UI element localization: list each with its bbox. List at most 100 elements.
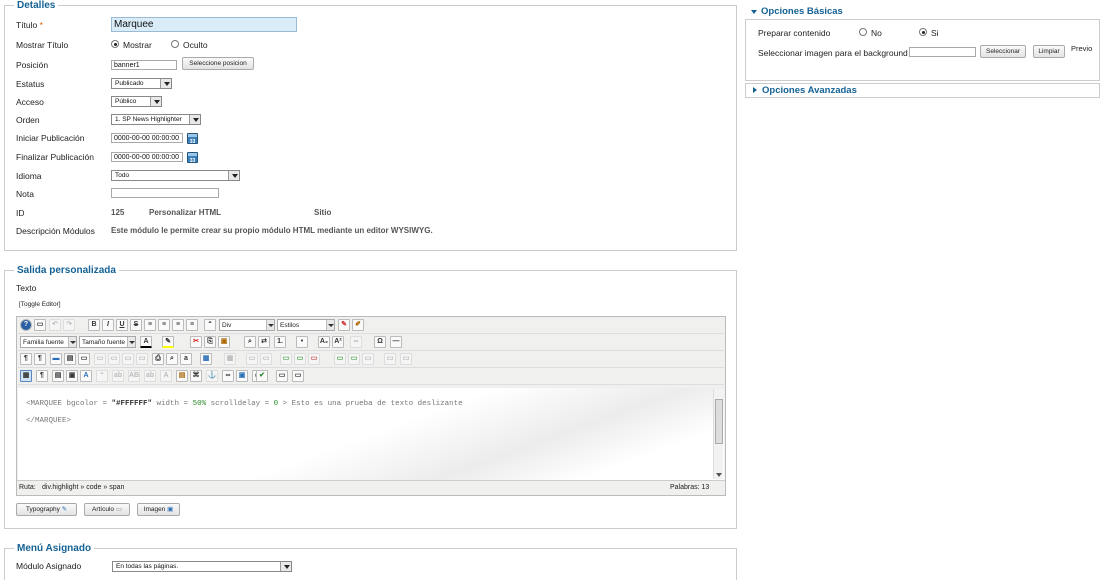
format-select[interactable]: Div	[219, 319, 275, 331]
limpiar-button[interactable]: Limpiar	[1033, 45, 1065, 58]
merge-cells-icon[interactable]: ▭	[348, 353, 360, 365]
replace-icon[interactable]: ⇄	[258, 336, 270, 348]
font-family-select[interactable]: Familia fuente	[20, 336, 77, 348]
estatus-select[interactable]: Publicado	[111, 78, 172, 89]
align-left-icon[interactable]: ≡	[172, 319, 184, 331]
bullet-list-icon[interactable]: •	[296, 336, 308, 348]
highlight-color-icon[interactable]: ✎	[162, 336, 174, 348]
col-after-icon[interactable]: ▭	[294, 353, 306, 365]
non-breaking-icon[interactable]: ▭	[276, 370, 288, 382]
row-before-icon[interactable]: ▭	[246, 353, 258, 365]
subscript-icon[interactable]: A₂	[318, 336, 330, 348]
scroll-down-icon[interactable]	[716, 473, 722, 477]
si-radio[interactable]	[919, 28, 927, 36]
acceso-select[interactable]: Público	[111, 96, 162, 107]
imagen-background-input[interactable]	[909, 47, 976, 57]
abbr-icon[interactable]: ab	[112, 370, 124, 382]
spell-check-icon[interactable]: ✔	[256, 370, 268, 382]
table-props-icon[interactable]: ▭	[400, 353, 412, 365]
seleccionar-button[interactable]: Seleccionar	[980, 45, 1026, 58]
link-icon[interactable]: ∞	[350, 336, 362, 348]
fullscreen-icon[interactable]: ▣	[66, 370, 78, 382]
calendar-icon[interactable]: 33	[187, 133, 198, 145]
superscript-icon[interactable]: A²	[332, 336, 344, 348]
eraser-icon[interactable]: ✎	[338, 319, 350, 331]
opciones-avanzadas-header[interactable]: Opciones Avanzadas	[745, 83, 1100, 98]
styles-select[interactable]: Estilos	[277, 319, 335, 331]
editor-scrollbar[interactable]	[713, 389, 723, 479]
redo-icon[interactable]: ↷	[63, 319, 75, 331]
acronym-icon[interactable]: AB	[128, 370, 140, 382]
calendar-icon[interactable]: 33	[187, 152, 198, 164]
italic-icon[interactable]: I	[102, 319, 114, 331]
typography-button[interactable]: Typography ✎	[16, 503, 77, 516]
font-size-select[interactable]: Tamaño fuente	[79, 336, 136, 348]
orden-select[interactable]: 1. SP News Highlighter	[111, 114, 201, 125]
align-right-icon[interactable]: ≡	[186, 319, 198, 331]
pilcrow-ltr-icon[interactable]: ¶	[34, 353, 46, 365]
html-source-icon[interactable]: ▭	[292, 370, 304, 382]
idioma-select[interactable]: Todo	[111, 170, 240, 181]
text-color-icon[interactable]: A	[140, 336, 152, 348]
special-char-icon[interactable]: Ω	[374, 336, 386, 348]
cell-props-icon[interactable]: ▭	[362, 353, 374, 365]
horizontal-rule-icon[interactable]: —	[390, 336, 402, 348]
blockquote-icon[interactable]: “	[204, 319, 216, 331]
cut-icon[interactable]: ✂	[190, 336, 202, 348]
image-icon[interactable]: ▣	[236, 370, 248, 382]
modulo-asignado-select[interactable]: En todas las páginas.	[112, 561, 292, 572]
copy-icon[interactable]: ⎘	[204, 336, 216, 348]
nota-input[interactable]	[111, 188, 219, 198]
cleanup-brush-icon[interactable]: ✐	[352, 319, 364, 331]
del-icon[interactable]: ab	[144, 370, 156, 382]
pilcrow-rtl-icon[interactable]: ¶	[20, 353, 32, 365]
visual-aid-icon[interactable]: ▦	[20, 370, 32, 382]
help-icon[interactable]: ?	[20, 319, 32, 331]
oculto-radio[interactable]	[171, 40, 179, 48]
delete-col-icon[interactable]: ▭	[308, 353, 320, 365]
search-icon[interactable]: ⌕	[166, 353, 178, 365]
table-delete-icon[interactable]: ▦	[224, 353, 236, 365]
articulo-button[interactable]: Artículo ▭	[84, 503, 130, 516]
absolute-icon[interactable]: ▭	[108, 353, 120, 365]
bold-icon[interactable]: B	[88, 319, 100, 331]
new-document-icon[interactable]: ▭	[34, 319, 46, 331]
no-radio[interactable]	[859, 28, 867, 36]
row-after-icon[interactable]: ▭	[260, 353, 272, 365]
spellcheck-icon[interactable]: A	[80, 370, 92, 382]
scrollbar-thumb[interactable]	[715, 399, 723, 444]
path-value[interactable]: div.highlight » code » span	[42, 484, 124, 491]
seleccione-posicion-button[interactable]: Seleccione posicion	[182, 57, 254, 70]
layer-icon[interactable]: ▭	[94, 353, 106, 365]
undo-icon[interactable]: ↶	[49, 319, 61, 331]
paste-icon[interactable]: ▣	[218, 336, 230, 348]
strikethrough-icon[interactable]: S	[130, 319, 142, 331]
replace-text-icon[interactable]: a	[180, 353, 192, 365]
insert-image-icon[interactable]: ⌘	[190, 370, 202, 382]
table-icon[interactable]: ▦	[200, 353, 212, 365]
col-before-icon[interactable]: ▭	[280, 353, 292, 365]
preview-icon[interactable]: ▤	[52, 370, 64, 382]
mostrar-radio[interactable]	[111, 40, 119, 48]
opciones-basicas-header[interactable]: Opciones Básicas	[745, 5, 1100, 20]
split-cells-icon[interactable]: ▭	[334, 353, 346, 365]
numbered-list-icon[interactable]: 1.	[274, 336, 286, 348]
print-icon[interactable]: ⎙	[152, 353, 164, 365]
align-justify-icon[interactable]: ≡	[144, 319, 156, 331]
unlink-icon[interactable]: ∞	[222, 370, 234, 382]
ins-icon[interactable]: A	[160, 370, 172, 382]
finalizar-publicacion-input[interactable]: 0000-00-00 00:00:00	[111, 152, 183, 162]
anchor-icon[interactable]: ⚓	[206, 370, 218, 382]
toggle-editor-link[interactable]: [Toggle Editor]	[19, 301, 61, 308]
move-forward-icon[interactable]: ▭	[122, 353, 134, 365]
row-props-icon[interactable]: ▭	[384, 353, 396, 365]
insert-media-icon[interactable]: ▬	[50, 353, 62, 365]
move-backward-icon[interactable]: ▭	[136, 353, 148, 365]
show-blocks-icon[interactable]: ¶	[36, 370, 48, 382]
align-center-icon[interactable]: ≡	[158, 319, 170, 331]
page-break-icon[interactable]: ▭	[78, 353, 90, 365]
template-icon[interactable]: ▤	[64, 353, 76, 365]
cite-icon[interactable]: “	[96, 370, 108, 382]
attributes-icon[interactable]: ▤	[176, 370, 188, 382]
titulo-input[interactable]: Marquee	[111, 17, 297, 32]
